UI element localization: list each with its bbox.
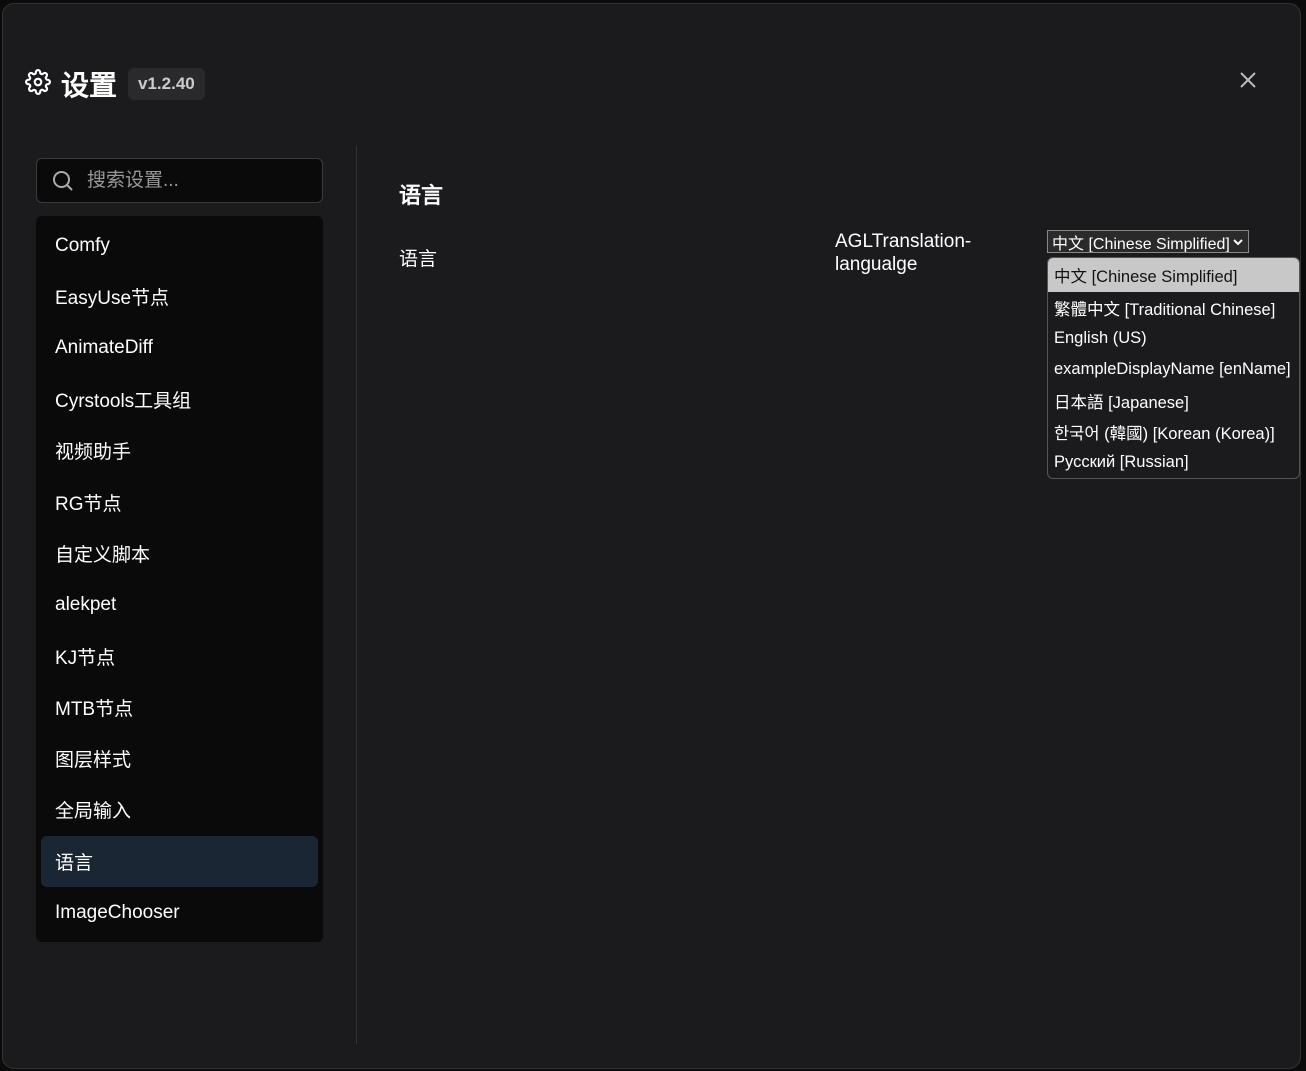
- close-button[interactable]: [1236, 68, 1260, 92]
- close-icon: [1240, 72, 1256, 88]
- nav-item[interactable]: alekpet: [41, 579, 318, 630]
- nav-item[interactable]: 图层样式: [41, 733, 318, 784]
- chevron-down-icon: [1233, 238, 1243, 245]
- language-option[interactable]: 繁體中文 [Traditional Chinese]: [1048, 292, 1299, 323]
- language-option[interactable]: 日本語 [Japanese]: [1048, 385, 1299, 416]
- gear-icon: [25, 68, 51, 100]
- nav-item[interactable]: Cyrstools工具组: [41, 374, 318, 425]
- search-icon: [53, 170, 73, 191]
- section-title: 语言: [399, 183, 444, 208]
- language-option[interactable]: 한국어 (韓國) [Korean (Korea)]: [1048, 416, 1299, 447]
- settings-nav: Comfy EasyUse节点 AnimateDiff Cyrstools工具组 视频助…: [36, 216, 323, 943]
- divider: [356, 146, 357, 1044]
- dialog-title: 设置: [61, 70, 118, 101]
- language-option[interactable]: Русский [Russian]: [1048, 447, 1299, 478]
- setting-id: AGLTranslation-langualge: [835, 231, 972, 275]
- search-input[interactable]: [87, 169, 307, 192]
- nav-item[interactable]: EasyUse节点: [41, 271, 318, 322]
- nav-item[interactable]: KJ节点: [41, 630, 318, 681]
- nav-item[interactable]: 自定义脚本: [41, 528, 318, 579]
- dialog-header: 设置 v1.2.40: [25, 64, 205, 104]
- language-option[interactable]: exampleDisplayName [enName]: [1048, 354, 1299, 385]
- nav-item[interactable]: MTB节点: [41, 682, 318, 733]
- language-option[interactable]: English (US): [1048, 323, 1299, 354]
- version-badge: v1.2.40: [128, 68, 205, 100]
- language-option[interactable]: 中文 [Chinese Simplified]: [1048, 258, 1299, 292]
- select-value: 中文 [Chinese Simplified]: [1052, 235, 1230, 253]
- language-select[interactable]: 中文 [Chinese Simplified]: [1047, 230, 1249, 253]
- setting-label: 语言: [399, 249, 438, 270]
- search-box[interactable]: [36, 158, 323, 203]
- language-dropdown: 中文 [Chinese Simplified] 繁體中文 [Traditional…: [1047, 257, 1300, 479]
- nav-item[interactable]: 语言: [41, 835, 318, 887]
- nav-item[interactable]: AnimateDiff: [41, 323, 318, 374]
- nav-item[interactable]: RG节点: [41, 476, 318, 527]
- nav-item[interactable]: ImageChooser: [41, 887, 318, 938]
- nav-item[interactable]: 视频助手: [41, 425, 318, 476]
- nav-item[interactable]: 全局输入: [41, 784, 318, 835]
- nav-item[interactable]: Comfy: [41, 220, 318, 271]
